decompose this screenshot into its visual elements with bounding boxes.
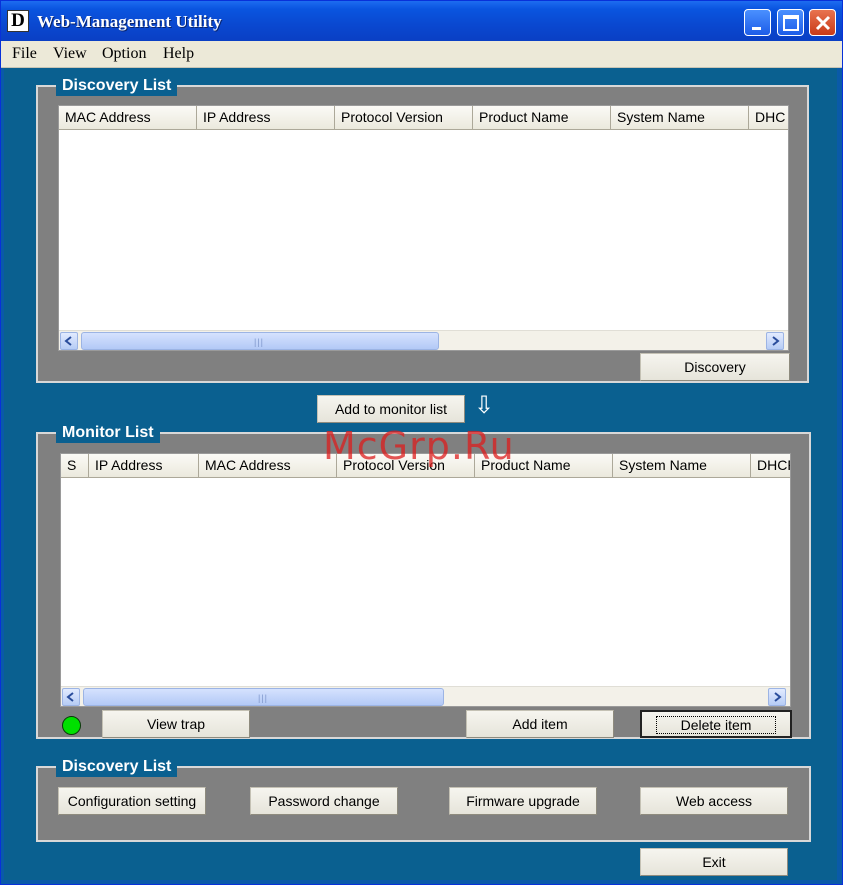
view-trap-button[interactable]: View trap (102, 710, 250, 738)
maximize-button[interactable] (777, 9, 804, 36)
column-header[interactable]: System Name (611, 106, 749, 130)
menu-bar: File View Option Help (1, 41, 842, 68)
close-button[interactable] (809, 9, 836, 36)
scroll-thumb[interactable]: ||| (83, 688, 444, 706)
add-item-button[interactable]: Add item (466, 710, 614, 738)
column-header[interactable]: IP Address (197, 106, 335, 130)
monitor-list-title: Monitor List (56, 423, 160, 443)
firmware-upgrade-button[interactable]: Firmware upgrade (449, 787, 597, 815)
arrow-down-icon: ⇩ (474, 392, 495, 419)
scroll-thumb[interactable]: ||| (81, 332, 439, 350)
chevron-right-icon (772, 336, 780, 346)
discovery-list-header: MAC Address IP Address Protocol Version … (59, 106, 788, 130)
menu-file[interactable]: File (12, 45, 37, 63)
column-header[interactable]: S (61, 454, 89, 478)
discovery-button[interactable]: Discovery (640, 353, 790, 381)
scroll-left-button[interactable] (60, 332, 78, 350)
status-indicator-icon (62, 716, 81, 735)
monitor-horizontal-scrollbar[interactable]: ||| (61, 686, 790, 706)
chevron-right-icon (774, 692, 782, 702)
column-header[interactable]: Product Name (473, 106, 611, 130)
column-header[interactable]: MAC Address (59, 106, 197, 130)
scroll-grip-icon: ||| (254, 337, 265, 347)
discovery-list-group: Discovery List MAC Address IP Address Pr… (36, 76, 809, 383)
monitor-list-group: Monitor List S IP Address MAC Address Pr… (36, 423, 811, 739)
minimize-icon (752, 27, 761, 30)
window-title: Web-Management Utility (37, 12, 222, 31)
column-header[interactable]: Protocol Version (335, 106, 473, 130)
menu-view[interactable]: View (53, 45, 87, 63)
title-bar[interactable]: D Web-Management Utility (1, 1, 842, 41)
scroll-left-button[interactable] (62, 688, 80, 706)
delete-item-label: Delete item (655, 716, 777, 734)
scroll-right-button[interactable] (766, 332, 784, 350)
add-to-monitor-list-button[interactable]: Add to monitor list (317, 395, 465, 423)
actions-group-title: Discovery List (56, 757, 178, 777)
actions-group: Discovery List Configuration setting Pas… (36, 757, 811, 842)
column-header[interactable]: MAC Address (199, 454, 337, 478)
column-header[interactable]: System Name (613, 454, 751, 478)
scroll-grip-icon: ||| (258, 693, 269, 703)
password-change-button[interactable]: Password change (250, 787, 398, 815)
watermark-text: McGrp.Ru (323, 424, 515, 468)
scroll-right-button[interactable] (768, 688, 786, 706)
web-access-button[interactable]: Web access (640, 787, 788, 815)
minimize-button[interactable] (744, 9, 771, 36)
close-icon (815, 15, 831, 31)
column-header[interactable]: DHCP (751, 454, 790, 478)
discovery-list-title: Discovery List (56, 76, 178, 96)
discovery-horizontal-scrollbar[interactable]: ||| (59, 330, 788, 350)
delete-item-button[interactable]: Delete item (640, 710, 792, 738)
menu-help[interactable]: Help (163, 45, 194, 63)
discovery-list-view[interactable]: MAC Address IP Address Protocol Version … (58, 105, 789, 351)
maximize-icon (783, 15, 799, 31)
column-header[interactable]: DHC (749, 106, 788, 130)
exit-button[interactable]: Exit (640, 848, 788, 876)
monitor-list-view[interactable]: S IP Address MAC Address Protocol Versio… (60, 453, 791, 707)
configuration-setting-button[interactable]: Configuration setting (58, 787, 206, 815)
column-header[interactable]: IP Address (89, 454, 199, 478)
client-area: Discovery List MAC Address IP Address Pr… (4, 68, 837, 880)
app-logo-icon: D (7, 10, 29, 32)
chevron-left-icon (64, 336, 72, 346)
chevron-left-icon (66, 692, 74, 702)
menu-option[interactable]: Option (102, 45, 146, 63)
